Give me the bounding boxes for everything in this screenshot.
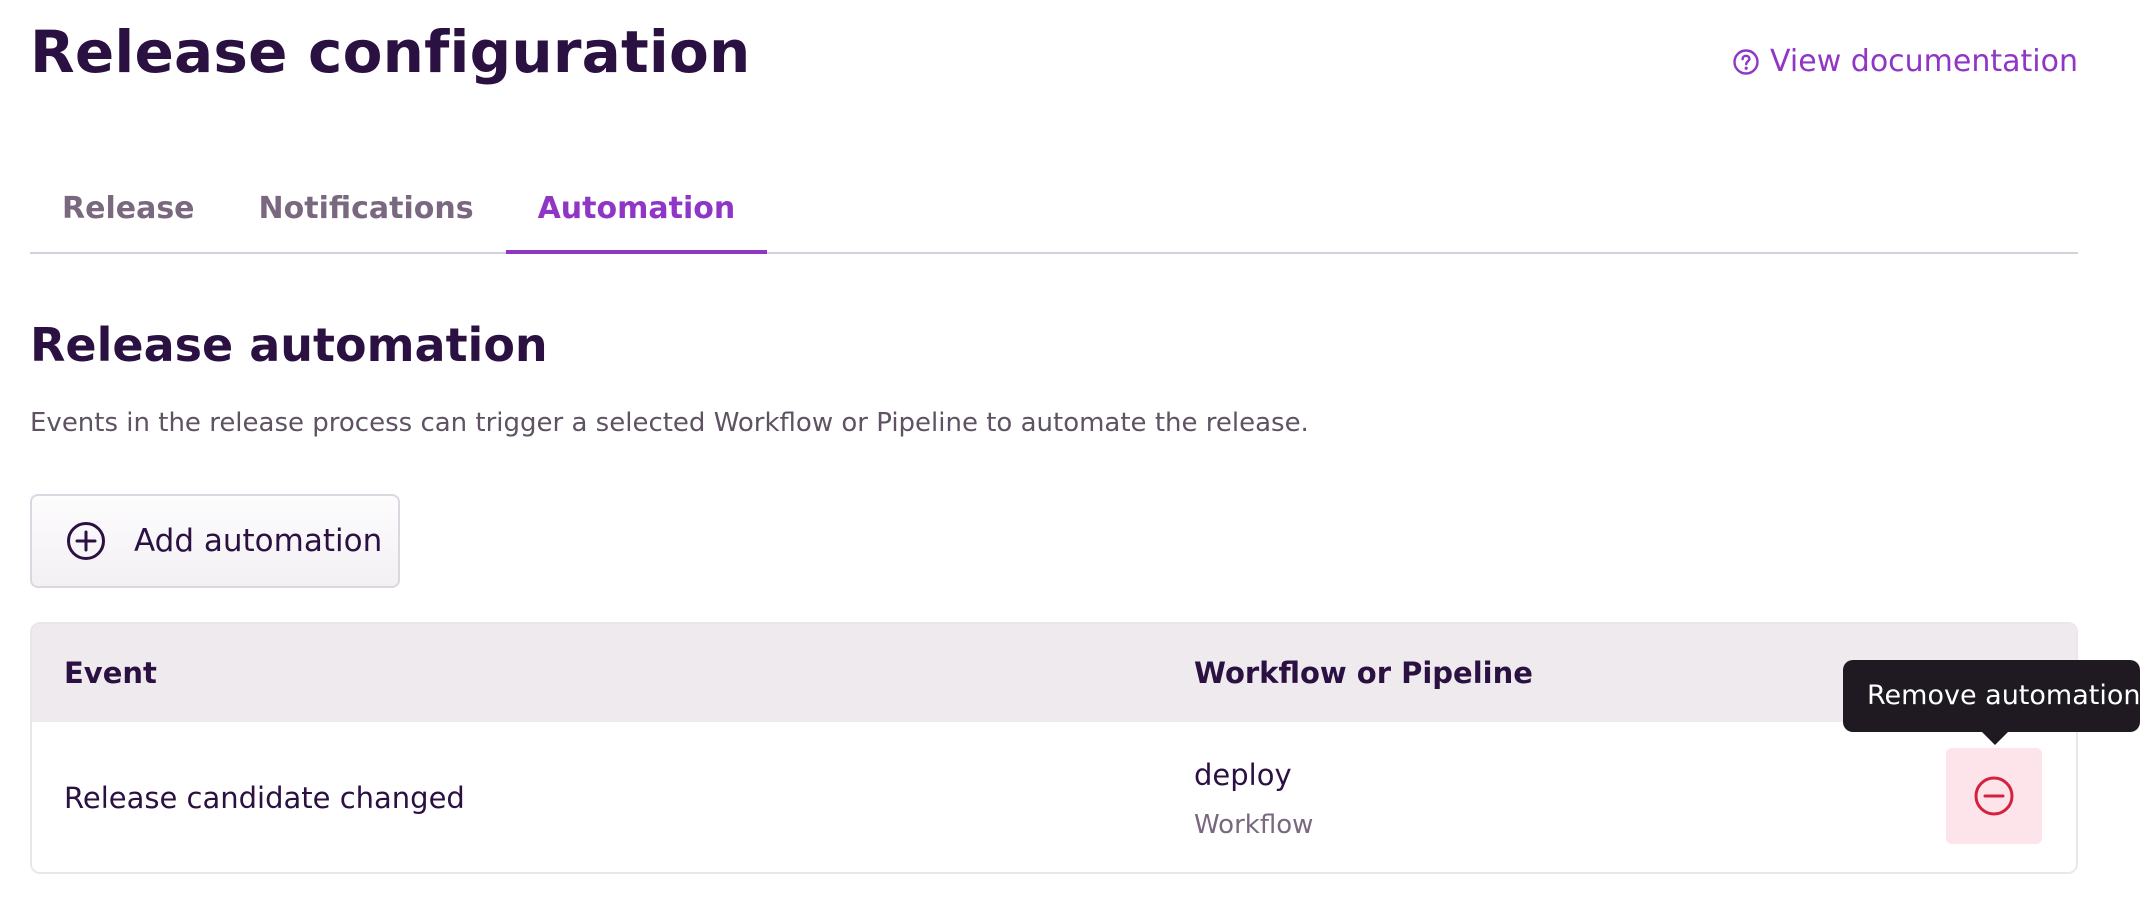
remove-automation-tooltip: Remove automation (1843, 660, 2140, 732)
tab-release[interactable]: Release (30, 165, 227, 252)
workflow-type: Workflow (1194, 810, 1314, 840)
tab-notifications[interactable]: Notifications (227, 165, 506, 252)
column-header-event: Event (64, 656, 157, 690)
add-automation-button[interactable]: Add automation (30, 494, 400, 588)
tab-automation[interactable]: Automation (505, 165, 768, 254)
release-configuration-page: Release configuration View documentation… (30, 0, 2078, 874)
add-automation-label: Add automation (134, 523, 383, 559)
column-header-workflow: Workflow or Pipeline (1194, 656, 1533, 690)
help-circle-icon (1733, 48, 1759, 75)
view-documentation-label: View documentation (1770, 44, 2078, 79)
page-title: Release configuration (30, 18, 751, 86)
table-row: Release candidate changed deploy Workflo… (32, 722, 2076, 872)
automation-table: Event Workflow or Pipeline Release candi… (30, 622, 2078, 874)
page-header: Release configuration View documentation (30, 0, 2078, 120)
event-cell: Release candidate changed (64, 781, 465, 815)
view-documentation-link[interactable]: View documentation (1732, 44, 2078, 79)
tooltip-arrow (1981, 731, 2009, 745)
workflow-name: deploy (1194, 758, 1292, 792)
plus-circle-icon (67, 522, 105, 560)
table-header: Event Workflow or Pipeline (32, 624, 2076, 722)
section-title: Release automation (30, 318, 548, 372)
minus-circle-icon (1974, 776, 2014, 816)
settings-tabs: Release Notifications Automation (30, 165, 2078, 254)
remove-automation-button[interactable] (1946, 748, 2042, 844)
section-description: Events in the release process can trigge… (30, 408, 1309, 438)
